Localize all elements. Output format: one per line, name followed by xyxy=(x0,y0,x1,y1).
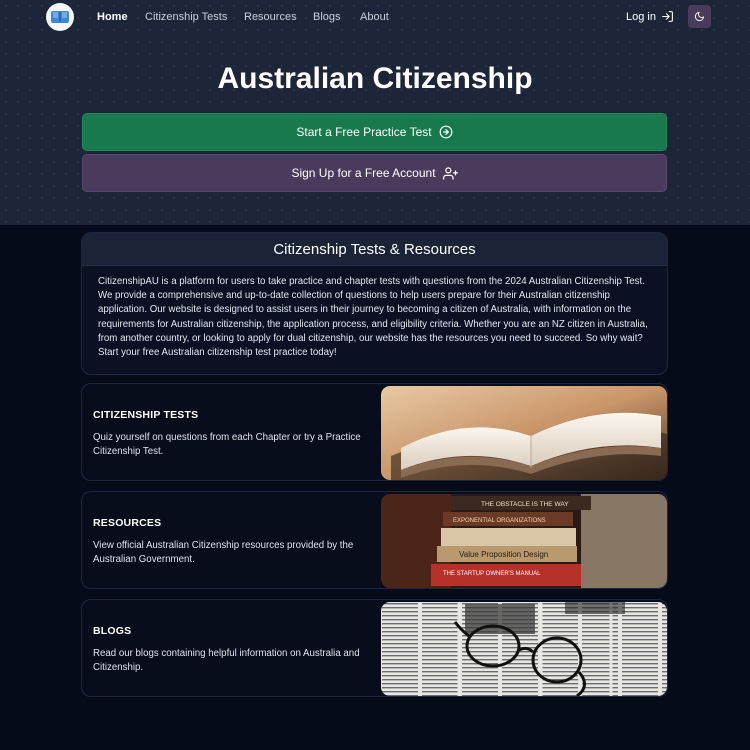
page-title: Australian Citizenship xyxy=(217,62,533,95)
nav-link-home[interactable]: Home xyxy=(97,11,128,23)
start-practice-test-button[interactable]: Start a Free Practice Test xyxy=(82,113,667,151)
info-heading: Citizenship Tests & Resources xyxy=(82,233,667,266)
sign-up-button[interactable]: Sign Up for a Free Account xyxy=(82,154,667,192)
nav-link-resources[interactable]: Resources xyxy=(244,11,297,23)
book-stack-image: THE OBSTACLE IS THE WAY EXPONENTIAL ORGA… xyxy=(381,494,667,588)
top-nav: Home Citizenship Tests Resources Blogs A… xyxy=(0,0,750,36)
sign-up-label: Sign Up for a Free Account xyxy=(291,166,436,180)
open-book-icon xyxy=(51,11,69,23)
logo[interactable] xyxy=(46,3,74,31)
nav-link-blogs[interactable]: Blogs xyxy=(313,11,341,23)
theme-toggle-button[interactable] xyxy=(688,5,711,28)
login-button[interactable]: Log in xyxy=(626,10,674,23)
section-description: View official Australian Citizenship res… xyxy=(93,540,354,565)
section-card-citizenship-tests[interactable]: CITIZENSHIP TESTS Quiz yourself on quest… xyxy=(81,383,668,481)
section-title: BLOGS xyxy=(93,625,132,637)
info-card: Citizenship Tests & Resources Citizenshi… xyxy=(81,232,668,375)
user-plus-icon xyxy=(442,166,458,180)
section-card-blogs[interactable]: BLOGS Read our blogs containing helpful … xyxy=(81,599,668,697)
book-spine-text: THE STARTUP OWNER'S MANUAL xyxy=(443,571,541,577)
book-spine-text: EXPONENTIAL ORGANIZATIONS xyxy=(453,518,546,524)
book-spine-text: Value Proposition Design xyxy=(459,550,548,559)
moon-icon xyxy=(694,11,705,22)
info-body-text: CitizenshipAU is a platform for users to… xyxy=(98,276,648,359)
section-description: Read our blogs containing helpful inform… xyxy=(93,648,360,673)
section-description: Quiz yourself on questions from each Cha… xyxy=(93,432,361,457)
section-title: CITIZENSHIP TESTS xyxy=(93,409,199,421)
book-spine-text: THE OBSTACLE IS THE WAY xyxy=(481,501,569,508)
newspaper-glasses-image xyxy=(381,602,667,696)
open-book-image xyxy=(381,386,667,480)
arrow-right-circle-icon xyxy=(439,125,452,139)
section-title: RESOURCES xyxy=(93,517,162,529)
section-card-resources[interactable]: RESOURCES View official Australian Citiz… xyxy=(81,491,668,589)
log-in-icon xyxy=(662,11,673,22)
nav-link-about[interactable]: About xyxy=(360,11,389,23)
start-practice-test-label: Start a Free Practice Test xyxy=(296,125,432,139)
nav-link-citizenship-tests[interactable]: Citizenship Tests xyxy=(145,11,227,23)
login-label: Log in xyxy=(626,10,656,23)
